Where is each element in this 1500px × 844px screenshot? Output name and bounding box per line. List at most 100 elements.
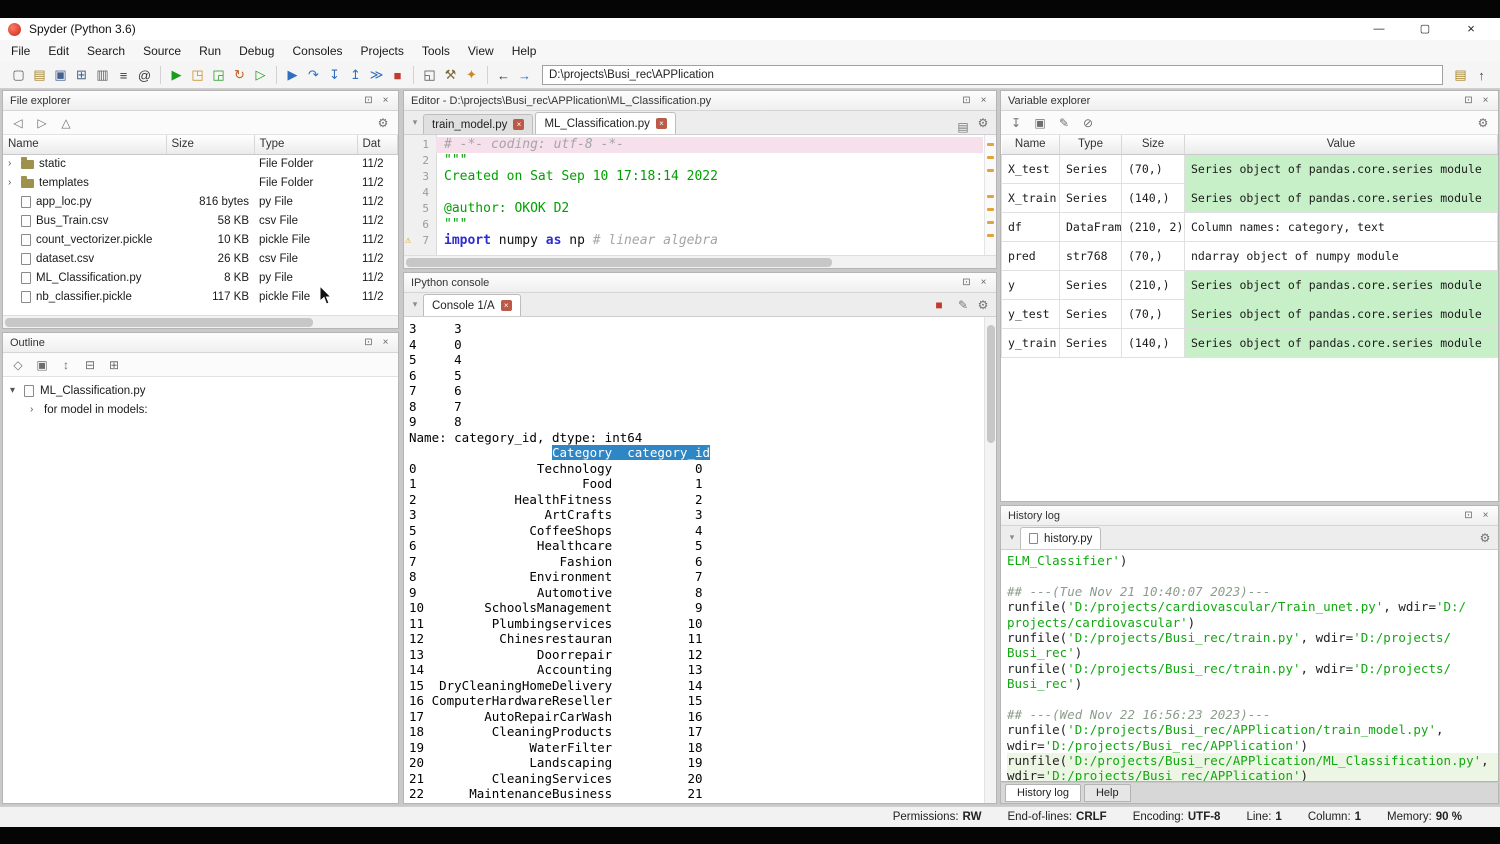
rerun-cell-icon[interactable]: ↻ (229, 65, 250, 86)
undock-pane-icon[interactable]: ⊡ (1460, 95, 1477, 106)
undock-pane-icon[interactable]: ⊡ (958, 95, 975, 106)
editor-tab[interactable]: ML_Classification.py× (535, 112, 675, 134)
debug-continue-icon[interactable]: ≫ (366, 65, 387, 86)
split-editor-icon[interactable]: ▤ (953, 120, 973, 134)
variable-row[interactable]: dfDataFrame(210, 2)Column names: categor… (1002, 212, 1498, 241)
panel-tab-help[interactable]: Help (1084, 784, 1131, 802)
outline-item[interactable]: ▾ML_Classification.py (3, 381, 398, 400)
close-tab-icon[interactable]: × (501, 300, 512, 311)
variable-column-size[interactable]: Size (1122, 135, 1185, 154)
variable-row[interactable]: predstr768(70,)ndarray object of numpy m… (1002, 241, 1498, 270)
undock-pane-icon[interactable]: ⊡ (958, 277, 975, 288)
import-data-icon[interactable]: ↧ (1006, 116, 1026, 130)
code-text[interactable]: # -*- coding: utf-8 -*- (436, 137, 983, 153)
new-file-icon[interactable]: ▢ (8, 65, 29, 86)
console-options-gear-icon[interactable]: ⚙ (973, 298, 993, 312)
file-row[interactable]: ›templatesFile Folder11/2 (3, 173, 398, 192)
scrollbar-thumb[interactable] (406, 258, 832, 267)
variable-column-type[interactable]: Type (1060, 135, 1122, 154)
options-gear-icon[interactable]: ⚙ (1473, 116, 1493, 130)
step-over-icon[interactable]: ↷ (303, 65, 324, 86)
menu-search[interactable]: Search (78, 40, 134, 62)
sort-icon[interactable]: ↕ (56, 358, 76, 372)
file-column-name[interactable]: Name (3, 135, 166, 154)
browse-tabs-icon[interactable]: ▾ (407, 299, 423, 310)
close-button[interactable]: × (1448, 18, 1494, 40)
code-editor[interactable]: 1# -*- coding: utf-8 -*-2"""3Created on … (404, 135, 996, 255)
menu-view[interactable]: View (459, 40, 503, 62)
variable-row[interactable]: ySeries(210,)Series object of pandas.cor… (1002, 270, 1498, 299)
scrollbar-thumb[interactable] (5, 318, 313, 327)
menu-run[interactable]: Run (190, 40, 230, 62)
undock-pane-icon[interactable]: ⊡ (360, 337, 377, 348)
console-tab[interactable]: Console 1/A× (423, 294, 521, 316)
tree-caret-icon[interactable]: ▾ (10, 385, 18, 396)
minimize-button[interactable]: — (1356, 18, 1402, 40)
menu-source[interactable]: Source (134, 40, 190, 62)
maximize-pane-icon[interactable]: ◱ (419, 65, 440, 86)
variable-row[interactable]: X_trainSeries(140,)Series object of pand… (1002, 183, 1498, 212)
preferences-icon[interactable]: ⚒ (440, 65, 461, 86)
run-selection-icon[interactable]: ▷ (250, 65, 271, 86)
history-output[interactable]: ELM_Classifier')## ---(Tue Nov 21 10:40:… (1001, 550, 1498, 781)
file-column-type[interactable]: Type (254, 135, 357, 154)
interrupt-kernel-icon[interactable]: ■ (929, 298, 949, 312)
expand-caret-icon[interactable]: › (8, 177, 16, 188)
run-cell-icon[interactable]: ◳ (187, 65, 208, 86)
code-text[interactable]: """ (436, 153, 983, 169)
options-gear-icon[interactable]: ⚙ (373, 116, 393, 130)
code-text[interactable]: """ (436, 217, 983, 233)
print-icon[interactable]: ▥ (92, 65, 113, 86)
debug-icon[interactable]: ▶ (282, 65, 303, 86)
file-row[interactable]: ML_Classification.py8 KBpy File11/2 (3, 268, 398, 287)
menu-projects[interactable]: Projects (352, 40, 413, 62)
maximize-button[interactable]: ▢ (1402, 18, 1448, 40)
run-icon[interactable]: ▶ (166, 65, 187, 86)
file-row[interactable]: Bus_Train.csv58 KBcsv File11/2 (3, 211, 398, 230)
menu-file[interactable]: File (2, 40, 39, 62)
editor-options-gear-icon[interactable]: ⚙ (973, 116, 993, 130)
save-icon[interactable]: ▣ (50, 65, 71, 86)
browse-tabs-icon[interactable]: ▾ (1004, 532, 1020, 543)
collapse-all-icon[interactable]: ⊟ (80, 358, 100, 372)
close-pane-icon[interactable]: × (975, 277, 992, 288)
edit-variable-icon[interactable]: ✎ (1054, 116, 1074, 130)
undock-pane-icon[interactable]: ⊡ (1460, 510, 1477, 521)
variable-row[interactable]: y_trainSeries(140,)Series object of pand… (1002, 328, 1498, 357)
save-data-icon[interactable]: ▣ (1030, 116, 1050, 130)
file-row[interactable]: count_vectorizer.pickle10 KBpickle File1… (3, 230, 398, 249)
undock-pane-icon[interactable]: ⊡ (360, 95, 377, 106)
menu-consoles[interactable]: Consoles (283, 40, 351, 62)
tree-caret-icon[interactable]: › (30, 404, 38, 415)
code-text[interactable]: @author: OKOK D2 (436, 201, 983, 217)
file-row[interactable]: nb_classifier.pickle117 KBpickle File11/… (3, 287, 398, 306)
close-pane-icon[interactable]: × (1477, 510, 1494, 521)
symbol-finder-icon[interactable]: @ (134, 65, 155, 86)
expand-caret-icon[interactable]: › (8, 158, 16, 169)
previous-directory-icon[interactable]: ◁ (8, 116, 28, 130)
editor-tab[interactable]: train_model.py× (423, 114, 533, 134)
console-vscrollbar[interactable] (984, 317, 996, 803)
close-pane-icon[interactable]: × (377, 337, 394, 348)
file-column-dat[interactable]: Dat (357, 135, 398, 154)
remove-variable-icon[interactable]: ⊘ (1078, 116, 1098, 130)
file-switcher-icon[interactable]: ≡ (113, 65, 134, 86)
variable-row[interactable]: X_testSeries(70,)Series object of pandas… (1002, 154, 1498, 183)
code-text[interactable]: Created on Sat Sep 10 17:18:14 2022 (436, 169, 983, 185)
file-column-size[interactable]: Size (166, 135, 254, 154)
forward-icon[interactable]: → (514, 65, 535, 86)
stop-icon[interactable]: ■ (387, 65, 408, 86)
variable-column-value[interactable]: Value (1185, 135, 1498, 154)
file-explorer-hscrollbar[interactable] (3, 315, 398, 328)
parent-directory-icon[interactable]: ↑ (1471, 65, 1492, 86)
close-tab-icon[interactable]: × (513, 119, 524, 130)
panel-tab-history-log[interactable]: History log (1005, 784, 1081, 802)
scrollbar-thumb[interactable] (987, 325, 995, 443)
code-text[interactable]: import numpy as np # linear algebra (436, 233, 983, 249)
working-directory-input[interactable] (542, 65, 1443, 85)
expand-all-icon[interactable]: ⊞ (104, 358, 124, 372)
history-file-tab[interactable]: history.py (1020, 527, 1101, 549)
variable-row[interactable]: y_testSeries(70,)Series object of pandas… (1002, 299, 1498, 328)
code-text[interactable] (436, 185, 983, 201)
close-pane-icon[interactable]: × (1477, 95, 1494, 106)
